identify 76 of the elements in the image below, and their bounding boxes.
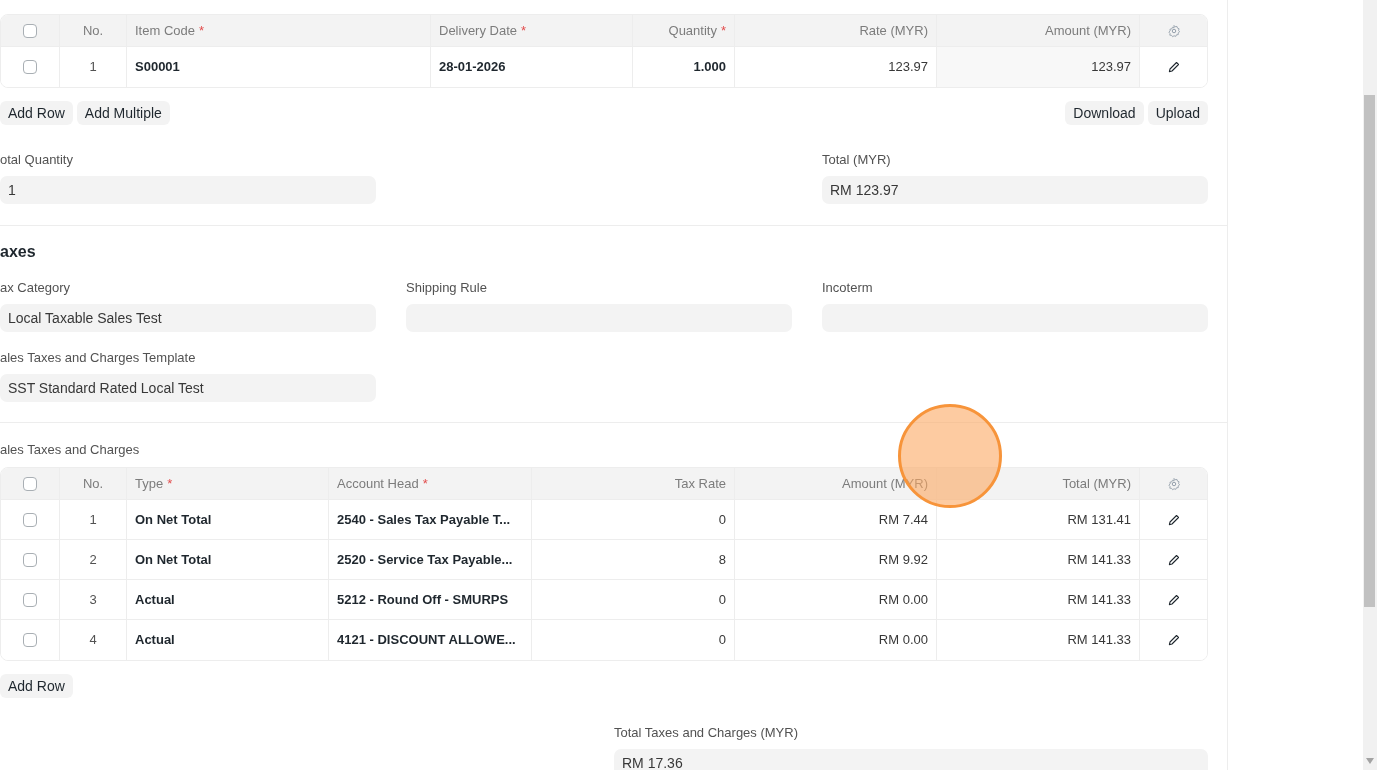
section-heading: axes — [0, 242, 36, 262]
table-cell: RM 141.33 — [937, 580, 1140, 619]
column-header: No. — [60, 468, 127, 499]
table-button[interactable]: Add Multiple — [76, 101, 170, 125]
column-header: Type * — [127, 468, 329, 499]
column-header: No. — [60, 15, 127, 46]
field-label: Shipping Rule — [406, 280, 488, 296]
column-header: Quantity * — [633, 15, 735, 46]
field-label: otal Quantity — [0, 152, 74, 168]
table-cell: RM 0.00 — [735, 580, 937, 619]
table-cell: RM 131.41 — [937, 500, 1140, 539]
column-header: Tax Rate — [532, 468, 735, 499]
field-label: Incoterm — [822, 280, 874, 296]
table-cell: 1 — [60, 500, 127, 539]
table-cell: 2 — [60, 540, 127, 579]
field-label: ales Taxes and Charges Template — [0, 350, 197, 366]
edit-icon[interactable] — [1167, 513, 1180, 526]
table-cell: 0 — [532, 500, 735, 539]
column-header: Delivery Date * — [431, 15, 633, 46]
edit-icon[interactable] — [1167, 634, 1180, 646]
table-cell: RM 141.33 — [937, 620, 1140, 660]
input-field[interactable]: Local Taxable Sales Test — [0, 304, 376, 332]
edit-icon[interactable] — [1167, 593, 1180, 606]
table-cell: On Net Total — [127, 540, 329, 579]
column-header: Rate (MYR) — [735, 15, 937, 46]
column-header: Amount (MYR) — [937, 15, 1140, 46]
input-field[interactable]: RM 123.97 — [822, 176, 1208, 204]
table-cell: S00001 — [127, 47, 431, 87]
table-cell: 2540 - Sales Tax Payable T... — [329, 500, 532, 539]
table-button[interactable]: Add Row — [0, 101, 73, 125]
table-cell: 1.000 — [633, 47, 735, 87]
table-cell: RM 9.92 — [735, 540, 937, 579]
table-button[interactable]: Download — [1065, 101, 1144, 125]
checkbox[interactable] — [23, 60, 37, 74]
table-cell: 3 — [60, 580, 127, 619]
settings-icon[interactable] — [1166, 476, 1181, 491]
checkbox[interactable] — [23, 633, 37, 647]
table-cell: RM 7.44 — [735, 500, 937, 539]
table-cell: 0 — [532, 580, 735, 619]
table-button[interactable]: Upload — [1147, 101, 1208, 125]
checkbox[interactable] — [23, 23, 37, 38]
field-label: Total (MYR) — [822, 152, 892, 168]
table-cell: 4121 - DISCOUNT ALLOWE... — [329, 620, 532, 660]
table-cell: Actual — [127, 620, 329, 660]
table-cell: 1 — [60, 47, 127, 87]
column-header: Total (MYR) — [937, 468, 1140, 499]
scroll-down-icon[interactable] — [1366, 758, 1374, 764]
table-cell: 0 — [532, 620, 735, 660]
checkbox[interactable] — [23, 552, 37, 567]
checkbox[interactable] — [23, 512, 37, 527]
scrollbar[interactable] — [1363, 0, 1377, 770]
input-field[interactable]: SST Standard Rated Local Test — [0, 374, 376, 402]
scrollbar-thumb[interactable] — [1364, 95, 1375, 607]
input-field[interactable]: RM 17.36 — [614, 749, 1208, 770]
checkbox[interactable] — [23, 592, 37, 607]
table-cell: 4 — [60, 620, 127, 660]
settings-icon[interactable] — [1166, 23, 1181, 38]
table-cell: 123.97 — [937, 47, 1140, 87]
checkbox[interactable] — [23, 476, 37, 491]
table-cell: RM 141.33 — [937, 540, 1140, 579]
table-cell: 28-01-2026 — [431, 47, 633, 87]
table-cell: Actual — [127, 580, 329, 619]
table-cell: 5212 - Round Off - SMURPS — [329, 580, 532, 619]
field-label: ax Category — [0, 280, 72, 296]
table-cell: 8 — [532, 540, 735, 579]
column-header: Item Code * — [127, 15, 431, 46]
table-button[interactable]: Add Row — [0, 674, 73, 698]
table-cell: On Net Total — [127, 500, 329, 539]
table-cell: RM 0.00 — [735, 620, 937, 660]
edit-icon[interactable] — [1167, 61, 1180, 73]
column-header: Account Head * — [329, 468, 532, 499]
edit-icon[interactable] — [1167, 553, 1180, 566]
input-field[interactable]: 1 — [0, 176, 376, 204]
table-cell: 2520 - Service Tax Payable... — [329, 540, 532, 579]
field-label: Total Taxes and Charges (MYR) — [614, 725, 799, 741]
table-label: ales Taxes and Charges — [0, 442, 140, 458]
